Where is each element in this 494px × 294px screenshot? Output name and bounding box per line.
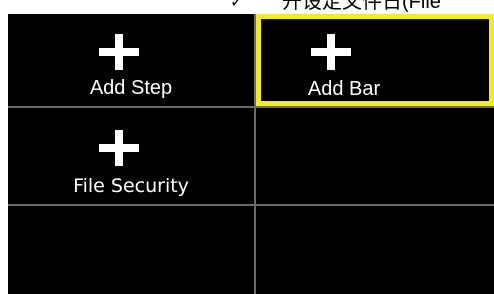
empty-tile [256, 206, 494, 294]
button-grid: Add Step Add Bar File Security [8, 14, 494, 294]
plus-icon [311, 34, 351, 70]
add-bar-label: Add Bar [307, 78, 381, 100]
file-security-label: File Security [73, 175, 189, 197]
check-icon: ✓ [230, 0, 244, 11]
add-step-button[interactable]: Add Step [8, 14, 254, 106]
top-menu-strip: ✓ 开设定文件日(File [0, 0, 494, 14]
file-security-button[interactable]: File Security [8, 108, 254, 204]
menu-item-label[interactable]: 开设定文件日(File [282, 0, 441, 12]
plus-icon [99, 34, 139, 70]
empty-tile [256, 108, 494, 204]
plus-icon [99, 130, 139, 166]
add-step-label: Add Step [89, 77, 173, 99]
add-bar-button[interactable]: Add Bar [256, 14, 494, 106]
empty-tile [8, 206, 254, 294]
